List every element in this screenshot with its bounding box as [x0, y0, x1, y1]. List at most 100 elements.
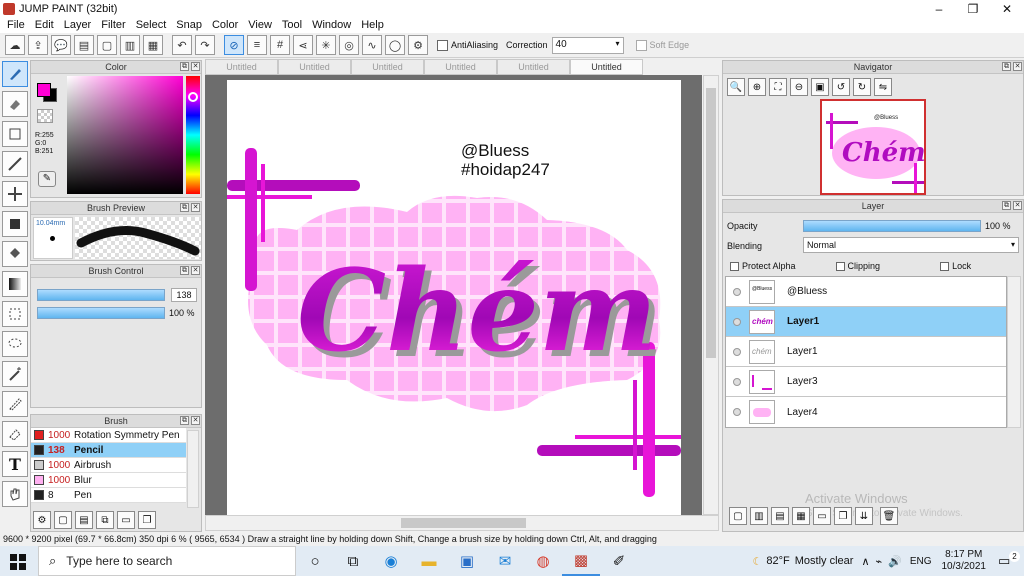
notification-icon[interactable]: ▭ 2: [998, 551, 1024, 569]
layer-opacity-slider[interactable]: [803, 220, 981, 232]
move-tool-icon[interactable]: [2, 181, 28, 207]
undock-icon[interactable]: ⧉: [180, 203, 189, 212]
document-tab[interactable]: Untitled: [278, 59, 351, 75]
menu-filter[interactable]: Filter: [96, 19, 130, 31]
pinned-app-icon[interactable]: ✐: [600, 546, 638, 576]
undock-icon[interactable]: ⧉: [180, 416, 189, 425]
clipping-checkbox[interactable]: [835, 261, 845, 271]
edge-icon[interactable]: ◉: [372, 546, 410, 576]
store-icon[interactable]: ▣: [448, 546, 486, 576]
brush-item[interactable]: 1000 Airbrush: [31, 458, 186, 473]
volume-icon[interactable]: 🔊: [888, 555, 902, 568]
close-button[interactable]: ✕: [990, 0, 1024, 17]
menu-edit[interactable]: Edit: [30, 19, 59, 31]
visibility-icon[interactable]: [733, 287, 741, 296]
document-tab[interactable]: Untitled: [424, 59, 497, 75]
brush-item[interactable]: 1000 Rotation Symmetry Pen: [31, 428, 186, 443]
navigator-thumbnail[interactable]: Chém @Bluess: [820, 99, 926, 195]
duplicate-brush-icon[interactable]: ❐: [138, 511, 156, 529]
cortana-icon[interactable]: ○: [296, 546, 334, 576]
select-tool-icon[interactable]: [2, 301, 28, 327]
line-tool-icon[interactable]: [2, 151, 28, 177]
delete-layer-icon[interactable]: 🗑: [880, 507, 898, 525]
chrome-icon[interactable]: ◍: [524, 546, 562, 576]
menu-file[interactable]: File: [2, 19, 30, 31]
layer-row[interactable]: chém Layer1: [726, 307, 1006, 337]
layer-row[interactable]: Layer4: [726, 397, 1006, 427]
new-raster-layer-icon[interactable]: ▥: [750, 507, 768, 525]
zoom-out-icon[interactable]: ⊖: [790, 78, 808, 96]
menu-tool[interactable]: Tool: [277, 19, 307, 31]
close-icon[interactable]: ✕: [191, 62, 200, 71]
brush-size-value[interactable]: 138: [171, 288, 197, 302]
lasso-tool-icon[interactable]: [2, 331, 28, 357]
undock-icon[interactable]: ⧉: [1002, 62, 1011, 71]
flip-icon[interactable]: ⇋: [874, 78, 892, 96]
new-screentone-layer-icon[interactable]: ▦: [792, 507, 810, 525]
radial-snap-icon[interactable]: ✳: [316, 35, 336, 55]
undock-icon[interactable]: ⧉: [1002, 201, 1011, 210]
menu-help[interactable]: Help: [356, 19, 389, 31]
softedge-checkbox[interactable]: [635, 39, 647, 51]
network-icon[interactable]: ⌁: [876, 555, 883, 568]
windows-start-icon[interactable]: [10, 554, 26, 570]
new-layer-icon[interactable]: ▢: [729, 507, 747, 525]
eyedropper-icon[interactable]: ✎: [38, 171, 56, 187]
close-icon[interactable]: ✕: [191, 266, 200, 275]
canvas-hscrollbar[interactable]: [205, 515, 719, 531]
rotate-right-icon[interactable]: ↻: [853, 78, 871, 96]
merge-layer-icon[interactable]: ⇊: [855, 507, 873, 525]
new-folder-icon[interactable]: ▭: [813, 507, 831, 525]
visibility-icon[interactable]: [733, 347, 741, 356]
mail-icon[interactable]: ✉: [486, 546, 524, 576]
canvas-area[interactable]: @Bluess #hoidap247 Chém Chém: [205, 75, 702, 515]
document-tab[interactable]: Untitled: [497, 59, 570, 75]
transparent-swatch[interactable]: [37, 109, 53, 123]
blending-select[interactable]: Normal ▾: [803, 237, 1019, 253]
brush-item[interactable]: 8 Pen: [31, 488, 186, 503]
redo-icon[interactable]: ↷: [195, 35, 215, 55]
bucket-tool-icon[interactable]: [2, 241, 28, 267]
menu-layer[interactable]: Layer: [59, 19, 97, 31]
canvas-vscrollbar[interactable]: [703, 75, 719, 515]
document-tab[interactable]: Untitled: [205, 59, 278, 75]
actual-size-icon[interactable]: ▣: [811, 78, 829, 96]
magic-wand-icon[interactable]: [2, 361, 28, 387]
fit-icon[interactable]: ⛶: [769, 78, 787, 96]
brush-folder-icon[interactable]: ▭: [117, 511, 135, 529]
brush-size-slider[interactable]: [37, 289, 165, 301]
close-icon[interactable]: ✕: [191, 416, 200, 425]
undock-icon[interactable]: ⧉: [180, 266, 189, 275]
zoom-in-icon[interactable]: ⊕: [748, 78, 766, 96]
hue-handle[interactable]: [188, 92, 198, 102]
maximize-button[interactable]: ❐: [956, 0, 990, 17]
grid-settings-icon[interactable]: ▦: [143, 35, 163, 55]
lock-checkbox[interactable]: [940, 261, 950, 271]
layer-row[interactable]: Layer3: [726, 367, 1006, 397]
document-tab-active[interactable]: Untitled: [570, 59, 643, 75]
menu-select[interactable]: Select: [131, 19, 172, 31]
close-icon[interactable]: ✕: [1013, 201, 1022, 210]
new-8bit-layer-icon[interactable]: ▤: [771, 507, 789, 525]
new-brush-icon[interactable]: ▢: [54, 511, 72, 529]
menu-window[interactable]: Window: [307, 19, 356, 31]
cloud-icon[interactable]: ☁: [5, 35, 25, 55]
gradient-tool-icon[interactable]: [2, 271, 28, 297]
menu-view[interactable]: View: [243, 19, 277, 31]
menu-color[interactable]: Color: [207, 19, 243, 31]
close-icon[interactable]: ✕: [191, 203, 200, 212]
language-indicator[interactable]: ENG: [910, 556, 932, 567]
layer-row[interactable]: @Bluess @Bluess: [726, 277, 1006, 307]
document-tab[interactable]: Untitled: [351, 59, 424, 75]
layer-list-scrollbar[interactable]: [1007, 276, 1021, 428]
grid-snap-icon[interactable]: #: [270, 35, 290, 55]
text-tool-icon[interactable]: T: [2, 451, 28, 477]
taskbar-search[interactable]: ⌕ Type here to search: [38, 546, 296, 576]
document-icon[interactable]: ▢: [97, 35, 117, 55]
correction-select[interactable]: 40 ▾: [551, 36, 624, 54]
drawing-canvas[interactable]: @Bluess #hoidap247 Chém Chém: [227, 80, 681, 515]
copy-layer-icon[interactable]: ❐: [834, 507, 852, 525]
brush-list-scrollbar[interactable]: [187, 430, 199, 508]
parallel-snap-icon[interactable]: ≡: [247, 35, 267, 55]
snap-settings-icon[interactable]: ⚙: [408, 35, 428, 55]
